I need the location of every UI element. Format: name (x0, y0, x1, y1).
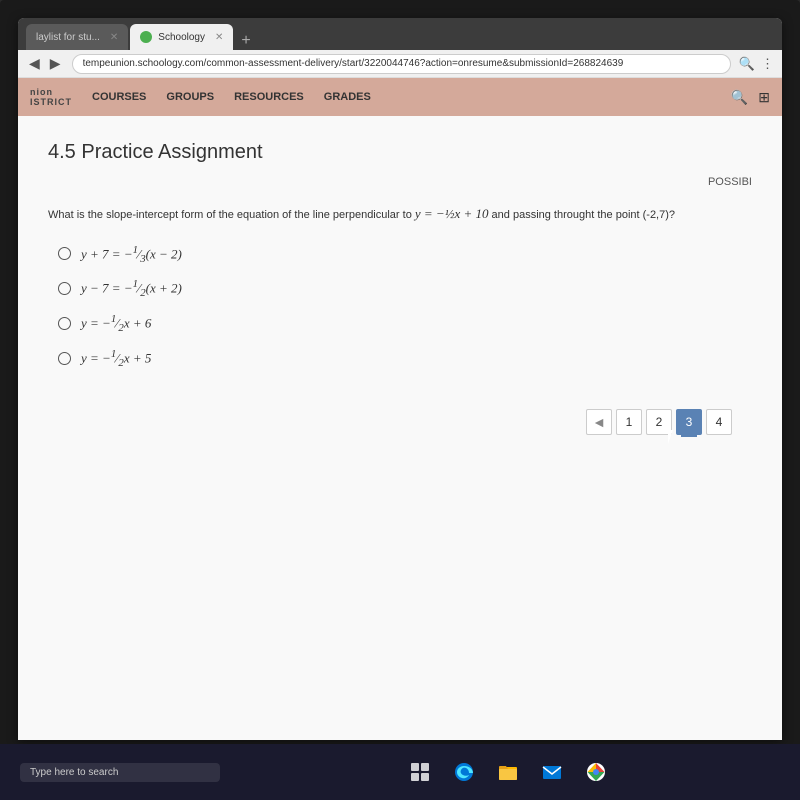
tab-label: laylist for stu... (36, 32, 100, 43)
assignment-title: 4.5 Practice Assignment (48, 141, 752, 164)
list-item[interactable]: y + 7 = −1⁄3(x − 2) (58, 244, 752, 265)
choice-c-text: y = −1⁄2x + 6 (81, 313, 151, 334)
browser-window: laylist for stu... ✕ Schoology ✕ + ◀ ▶ 🔍… (18, 18, 782, 740)
logo-text: nion (30, 87, 72, 97)
question-equation: y = −½x + 10 (415, 206, 489, 221)
list-item[interactable]: y = −1⁄2x + 6 (58, 313, 752, 334)
mail-icon[interactable] (537, 757, 567, 787)
tab-list: laylist for stu... ✕ Schoology ✕ + (26, 18, 774, 50)
browser-search-icon[interactable]: 🔍 (739, 56, 755, 72)
chrome-icon[interactable] (581, 757, 611, 787)
main-content: 4.5 Practice Assignment POSSIBI What is … (18, 116, 782, 740)
taskbar-search[interactable]: Type here to search (20, 763, 220, 782)
tab-schoology-label: Schoology (158, 32, 205, 43)
nav-courses[interactable]: COURSES (92, 91, 146, 103)
nav-buttons: ◀ ▶ (26, 55, 64, 72)
pagination-prev-button[interactable]: ◄ (586, 409, 612, 435)
logo-subtext: ISTRICT (30, 97, 72, 107)
task-view-icon[interactable] (405, 757, 435, 787)
pagination-page-3[interactable]: 3 (676, 409, 702, 435)
browser-tab-bar: laylist for stu... ✕ Schoology ✕ + (18, 18, 782, 50)
tab-close-btn[interactable]: ✕ (110, 32, 118, 43)
nav-grid-icon[interactable]: ⊞ (758, 89, 770, 106)
nav-search-icon[interactable]: 🔍 (731, 89, 748, 106)
nav-groups[interactable]: GROUPS (166, 91, 214, 103)
tab-schoology-close-btn[interactable]: ✕ (215, 32, 223, 43)
file-explorer-icon[interactable] (493, 757, 523, 787)
new-tab-button[interactable]: + (235, 32, 256, 50)
forward-button[interactable]: ▶ (47, 55, 64, 72)
schoology-navbar: nion ISTRICT COURSES GROUPS RESOURCES GR… (18, 78, 782, 116)
browser-menu-icon[interactable]: ⋮ (761, 56, 774, 72)
pagination: ◄ 1 2 3 4 (48, 409, 752, 435)
radio-choice-d[interactable] (58, 352, 71, 365)
possible-points: POSSIBI (48, 176, 752, 188)
choice-b-text: y − 7 = −1⁄2(x + 2) (81, 278, 182, 299)
address-input[interactable] (72, 54, 731, 74)
taskbar-icon-list (405, 757, 611, 787)
nav-right-actions: 🔍 ⊞ (731, 89, 770, 106)
pagination-page-4[interactable]: 4 (706, 409, 732, 435)
taskbar: Type here to search (0, 744, 800, 800)
question-text: What is the slope-intercept form of the … (48, 204, 752, 224)
choice-d-text: y = −1⁄2x + 5 (81, 348, 151, 369)
nav-grades[interactable]: GRADES (324, 91, 371, 103)
radio-choice-b[interactable] (58, 282, 71, 295)
tab-playlist[interactable]: laylist for stu... ✕ (26, 24, 128, 50)
pagination-page-1[interactable]: 1 (616, 409, 642, 435)
schoology-logo: nion ISTRICT (30, 87, 72, 107)
pagination-page-2[interactable]: 2 (646, 409, 672, 435)
back-button[interactable]: ◀ (26, 55, 43, 72)
radio-choice-a[interactable] (58, 247, 71, 260)
schoology-favicon (140, 31, 152, 43)
edge-icon[interactable] (449, 757, 479, 787)
radio-choice-c[interactable] (58, 317, 71, 330)
answer-choices-list: y + 7 = −1⁄3(x − 2) y − 7 = −1⁄2(x + 2) … (58, 244, 752, 370)
browser-actions: 🔍 ⋮ (739, 56, 774, 72)
list-item[interactable]: y − 7 = −1⁄2(x + 2) (58, 278, 752, 299)
address-bar-row: ◀ ▶ 🔍 ⋮ (18, 50, 782, 78)
list-item[interactable]: y = −1⁄2x + 5 (58, 348, 752, 369)
nav-resources[interactable]: RESOURCES (234, 91, 304, 103)
main-nav-links: COURSES GROUPS RESOURCES GRADES (92, 91, 371, 103)
choice-a-text: y + 7 = −1⁄3(x − 2) (81, 244, 182, 265)
tab-schoology[interactable]: Schoology ✕ (130, 24, 233, 50)
